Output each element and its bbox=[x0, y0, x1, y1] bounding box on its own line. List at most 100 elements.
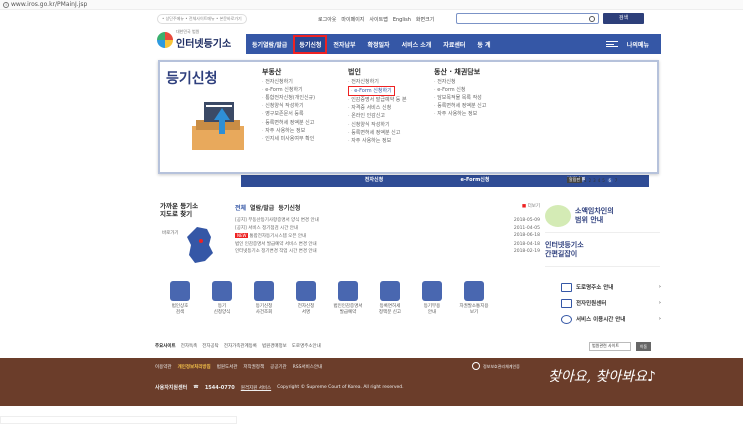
pager-page[interactable]: 5 bbox=[602, 178, 605, 183]
menu-item[interactable]: 영구보존문서 등록 bbox=[262, 110, 315, 118]
pager-live-label[interactable]: 알림판 bbox=[567, 177, 583, 183]
sitemap-link[interactable]: 사이트맵 bbox=[369, 16, 387, 23]
corporation-column: 법인 전자신청하기 e-Form 신청하기 인감증명서 발급예약 등 본 자격증… bbox=[348, 68, 407, 145]
go-button[interactable]: 이동 bbox=[636, 342, 651, 351]
notice-title[interactable]: 인터넷등기소 정기변경 작업 시간 변경 안내 bbox=[235, 248, 317, 256]
english-link[interactable]: English bbox=[393, 17, 411, 23]
related-site-link[interactable]: 전자가족관계등록 bbox=[224, 343, 257, 349]
pager-page[interactable]: 3 bbox=[593, 178, 596, 183]
quick-item[interactable]: 등록면허세 정액분 신고 bbox=[370, 281, 410, 315]
nav-resource-center[interactable]: 자료센터 bbox=[437, 40, 471, 49]
pager-page[interactable]: 7 bbox=[615, 178, 618, 183]
menu-item[interactable]: 자주 사용하는 정보 bbox=[434, 110, 486, 118]
quick-item[interactable]: 등기부용 안내 bbox=[412, 281, 452, 315]
quick-item[interactable]: 자권발소통지용 보기 bbox=[454, 281, 494, 315]
korea-map-icon[interactable] bbox=[183, 225, 219, 267]
privacy-policy-link[interactable]: 개인정보처리방침 bbox=[178, 364, 211, 370]
menu-item[interactable]: 등록면허세 정액분 신고 bbox=[348, 129, 407, 137]
nav-registration-apply[interactable]: 등기신청 bbox=[293, 34, 328, 54]
search-icon[interactable] bbox=[589, 16, 595, 22]
notice-title[interactable]: 통합전자등기시스템 오픈 안내 bbox=[249, 234, 306, 239]
skip-links[interactable]: • 상단주메뉴 • 전체사이트메뉴 • 본문바로가기 bbox=[157, 14, 247, 24]
menu-item[interactable]: 자주 사용하는 정보 bbox=[262, 127, 315, 135]
my-menu-button[interactable]: 나의메뉴 bbox=[600, 40, 661, 49]
banner-tab-e-apply[interactable]: 전자신청 bbox=[335, 175, 413, 187]
pager-page[interactable]: 4 bbox=[598, 178, 601, 183]
menu-item[interactable]: 자격증 서비스 신청 bbox=[348, 104, 407, 112]
footer-link[interactable]: 이용약관 bbox=[155, 364, 172, 370]
remote-support-link[interactable]: 원격지원 서비스 bbox=[241, 385, 271, 391]
notice-tab-all[interactable]: 전체 bbox=[235, 203, 246, 212]
notice-title[interactable]: [공지] 서비스 정기점검 시간 안내 bbox=[235, 225, 298, 233]
menu-item[interactable]: 온라인 인감신고 bbox=[348, 112, 407, 120]
menu-item[interactable]: 전자신청하기 bbox=[262, 78, 315, 86]
service-hours-link[interactable]: 서비스 이용시간 안내 › bbox=[561, 311, 661, 327]
nav-e-payment[interactable]: 전자납부 bbox=[327, 40, 361, 49]
url-text[interactable]: www.iros.go.kr/PMainJ.jsp bbox=[11, 0, 87, 10]
chevron-right-icon: › bbox=[658, 316, 661, 322]
menu-item[interactable]: 통합전자신청(개인신규) bbox=[262, 94, 315, 102]
road-address-link[interactable]: 도로명주소 안내 › bbox=[561, 279, 661, 295]
menu-item[interactable]: 인지세 미사용여부 확인 bbox=[262, 135, 315, 143]
quick-item[interactable]: 법인상호 검색 bbox=[160, 281, 200, 315]
notice-row[interactable]: [공지] 서비스 정기점검 시간 안내 2011-04-05 bbox=[235, 225, 540, 233]
quick-label: 신청양식 bbox=[213, 309, 231, 315]
menu-item[interactable]: 신청양식 작성하기 bbox=[262, 102, 315, 110]
pager-page-current[interactable]: 6 bbox=[606, 177, 613, 183]
menu-item[interactable]: 전자신청 bbox=[434, 78, 486, 86]
e-civil-center-link[interactable]: 전자민원센터 › bbox=[561, 295, 661, 311]
related-site-link[interactable]: 전자독촉 bbox=[181, 343, 198, 349]
nav-service-intro[interactable]: 서비스 소개 bbox=[396, 40, 438, 49]
quick-guide-promo[interactable]: 인터넷등기소 간편길잡이 bbox=[545, 233, 660, 267]
footer-link[interactable]: 공공기관 bbox=[270, 364, 287, 370]
notice-row[interactable]: 법인 인감증명서 발급예약 서비스 변경 안내 2018-04-18 bbox=[235, 241, 540, 249]
small-tenant-promo[interactable]: 소액임차인의 범위 안내 bbox=[545, 199, 660, 233]
quick-item[interactable]: 등기 신청양식 bbox=[202, 281, 242, 315]
menu-item[interactable]: e-Form 신청 bbox=[434, 86, 486, 94]
mypage-link[interactable]: 마이페이지 bbox=[341, 16, 364, 23]
menu-item[interactable]: 인감증명서 발급예약 등 본 bbox=[348, 96, 406, 104]
menu-item[interactable]: 담보목적물 목록 작성 bbox=[434, 94, 486, 102]
related-site-link[interactable]: 법원경매정보 bbox=[262, 343, 287, 349]
footer-link[interactable]: 법원도서관 bbox=[217, 364, 238, 370]
notice-tab-apply[interactable]: 등기신청 bbox=[278, 203, 300, 212]
menu-item[interactable]: 등록면허세 정액분 신고 bbox=[262, 119, 315, 127]
address-bar[interactable]: i www.iros.go.kr/PMainJ.jsp bbox=[0, 0, 743, 10]
notice-row[interactable]: 인터넷등기소 정기변경 작업 시간 변경 안내 2018-02-19 bbox=[235, 248, 540, 256]
menu-item[interactable]: 전자신청하기 bbox=[348, 78, 407, 86]
footer-link[interactable]: RSS서비스안내 bbox=[293, 364, 323, 370]
notice-row[interactable]: [공지] 부동산등기사항증명서 양식 변경 안내 2018-05-09 bbox=[235, 217, 540, 225]
notice-tab-view[interactable]: 열람/발급 bbox=[250, 203, 274, 212]
related-sites-bar: 주요사이트 전자독촉 전자공탁 전자가족관계등록 법원경매정보 도로명주소안내 bbox=[155, 343, 655, 349]
menu-item[interactable]: 신청양식 작성하기 bbox=[348, 121, 407, 129]
pager-page[interactable]: 1 bbox=[584, 178, 587, 183]
related-site-link[interactable]: 전자공탁 bbox=[202, 343, 219, 349]
notice-more-link[interactable]: ■ 더보기 bbox=[522, 203, 540, 209]
nav-fixed-date[interactable]: 확정일자 bbox=[362, 40, 396, 49]
menu-item[interactable]: 자주 사용하는 정보 bbox=[348, 137, 407, 145]
menu-item[interactable]: e-Form 신청하기 bbox=[262, 86, 315, 94]
search-input[interactable] bbox=[456, 13, 599, 24]
menu-item[interactable]: 등록면허세 정액분 신고 bbox=[434, 102, 486, 110]
corp-eform-apply-link[interactable]: e-Form 신청하기 bbox=[348, 86, 395, 97]
quick-item[interactable]: 전자신청 서명 bbox=[286, 281, 326, 315]
footer-link[interactable]: 저작권정책 bbox=[243, 364, 264, 370]
quick-item[interactable]: 법인인감증명서 발급예약 bbox=[328, 281, 368, 315]
notice-title[interactable]: 법인 인감증명서 발급예약 서비스 변경 안내 bbox=[235, 241, 317, 249]
font-size-control[interactable]: 화면크기 bbox=[416, 16, 434, 23]
quick-item[interactable]: 등기신청 사건조회 bbox=[244, 281, 284, 315]
site-logo[interactable]: 대한민국 법원 인터넷등기소 bbox=[157, 29, 231, 50]
court-sites-select[interactable]: 법원관련 사이트 bbox=[589, 342, 631, 351]
nav-statistics[interactable]: 동 계 bbox=[471, 40, 496, 49]
nearby-shortcut-link[interactable]: 바로가기 bbox=[162, 230, 179, 236]
nav-view-issue[interactable]: 등기열람/발급 bbox=[246, 40, 293, 49]
pager-page[interactable]: 2 bbox=[589, 178, 592, 183]
column-heading: 부동산 bbox=[262, 68, 282, 76]
logout-link[interactable]: 로그아웃 bbox=[318, 16, 336, 23]
search-button[interactable]: 검색 bbox=[603, 13, 644, 24]
notice-date: 2011-04-05 bbox=[513, 225, 540, 231]
related-site-link[interactable]: 도로명주소안내 bbox=[292, 343, 321, 349]
banner-tab-eform[interactable]: e-Form신청 bbox=[413, 175, 537, 187]
notice-title[interactable]: [공지] 부동산등기사항증명서 양식 변경 안내 bbox=[235, 217, 319, 225]
notice-row[interactable]: NEW 통합전자등기시스템 오픈 안내 2018-06-18 bbox=[235, 232, 540, 241]
